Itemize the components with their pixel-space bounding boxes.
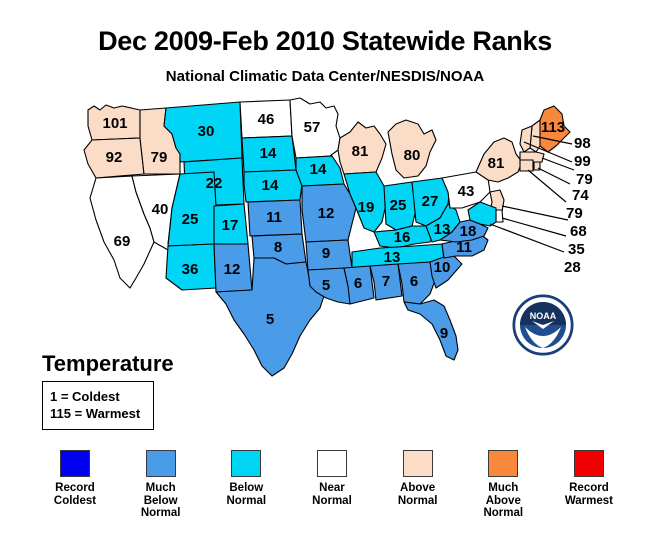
label-CO: 17 <box>222 217 239 234</box>
legend-item: Below Normal <box>207 450 285 520</box>
legend-swatch <box>488 450 519 477</box>
climate-rank-map-page: Dec 2009-Feb 2010 Statewide Ranks Nation… <box>0 0 650 534</box>
label-KS: 11 <box>266 209 282 226</box>
label-NY: 81 <box>488 155 505 172</box>
label-NM: 12 <box>224 261 241 278</box>
state-FL[interactable] <box>403 299 459 361</box>
label-RI: 74 <box>572 187 589 204</box>
label-TX: 5 <box>266 311 274 328</box>
label-MI: 80 <box>404 147 421 164</box>
label-VT: 99 <box>574 153 591 170</box>
label-FL: 9 <box>440 325 448 342</box>
label-MD: 28 <box>564 259 581 276</box>
leader-line-MD <box>489 223 565 253</box>
state-VT[interactable] <box>519 125 533 153</box>
page-title: Dec 2009-Feb 2010 Statewide Ranks <box>98 26 552 56</box>
leader-line-DE <box>501 217 567 237</box>
label-ID: 79 <box>151 149 168 166</box>
scale-max-label: 115 = Warmest <box>50 406 141 421</box>
legend-label: Record Coldest <box>53 482 97 507</box>
noaa-logo-text: NOAA <box>530 311 557 321</box>
label-MO: 12 <box>318 205 335 222</box>
legend-label: Below Normal <box>226 482 267 507</box>
legend-label: Near Normal <box>312 482 352 507</box>
leader-line-NJ <box>501 205 569 221</box>
page-subtitle: National Climatic Data Center/NESDIS/NOA… <box>165 68 485 85</box>
label-DE: 35 <box>568 241 585 258</box>
legend-label: Much Above Normal <box>483 482 524 519</box>
legend-item: Record Warmest <box>550 450 628 520</box>
legend-item: Record Coldest <box>36 450 114 520</box>
legend-label: Record Warmest <box>564 482 614 507</box>
legend-swatch <box>316 450 347 477</box>
label-UT: 25 <box>182 211 199 228</box>
label-GA: 6 <box>410 273 418 290</box>
label-NC: 11 <box>456 239 472 256</box>
leader-line-RI <box>537 167 571 185</box>
legend-swatch <box>145 450 176 477</box>
label-NJ: 68 <box>570 223 587 240</box>
legend-item: Much Below Normal <box>122 450 200 520</box>
legend-item: Much Above Normal <box>464 450 542 520</box>
label-NE: 14 <box>262 177 279 194</box>
legend-item: Near Normal <box>293 450 371 520</box>
legend-label: Above Normal <box>397 482 438 507</box>
label-ND: 46 <box>258 111 275 128</box>
legend-swatch <box>573 450 604 477</box>
label-IL: 19 <box>358 199 375 216</box>
label-AR: 9 <box>322 245 330 262</box>
label-CT: 79 <box>566 205 583 222</box>
label-AL: 7 <box>382 273 390 290</box>
label-MS: 6 <box>354 275 362 292</box>
label-IA: 14 <box>310 161 327 178</box>
label-SC: 10 <box>434 259 451 276</box>
label-NH: 98 <box>574 135 591 152</box>
label-IN: 25 <box>390 197 407 214</box>
state-CT[interactable] <box>519 159 534 172</box>
state-DE[interactable] <box>495 209 504 223</box>
legend-swatch <box>402 450 433 477</box>
label-NV: 40 <box>152 201 169 218</box>
noaa-logo: NOAA <box>512 294 574 356</box>
scale-min-label: 1 = Coldest <box>50 389 120 404</box>
label-SD: 14 <box>260 145 277 162</box>
temperature-heading: Temperature <box>42 351 174 376</box>
legend: Record Coldest Much Below Normal Below Nor… <box>36 450 628 520</box>
label-TN: 13 <box>384 249 401 266</box>
label-WA: 101 <box>102 115 127 132</box>
leader-line-MA <box>541 157 575 171</box>
label-PA: 43 <box>458 183 475 200</box>
label-LA: 5 <box>322 277 330 294</box>
legend-swatch <box>231 450 262 477</box>
label-VA: 18 <box>460 223 477 240</box>
label-WV: 13 <box>434 221 451 238</box>
label-OH: 27 <box>422 193 439 210</box>
label-AZ: 36 <box>182 261 199 278</box>
temperature-scale-box: 1 = Coldest 115 = Warmest <box>42 381 154 430</box>
label-ME: 113 <box>541 119 565 136</box>
label-OR: 92 <box>106 149 123 166</box>
label-WY: 22 <box>206 175 223 192</box>
leader-line-CT <box>527 169 567 203</box>
label-WI: 81 <box>352 143 369 160</box>
legend-item: Above Normal <box>379 450 457 520</box>
label-MA: 79 <box>576 171 593 188</box>
label-MN: 57 <box>304 119 321 136</box>
label-KY: 16 <box>394 229 411 246</box>
label-MT: 30 <box>198 123 215 140</box>
label-CA: 69 <box>114 233 131 250</box>
legend-label: Much Below Normal <box>140 482 181 519</box>
label-OK: 8 <box>274 239 282 256</box>
legend-swatch <box>60 450 90 477</box>
